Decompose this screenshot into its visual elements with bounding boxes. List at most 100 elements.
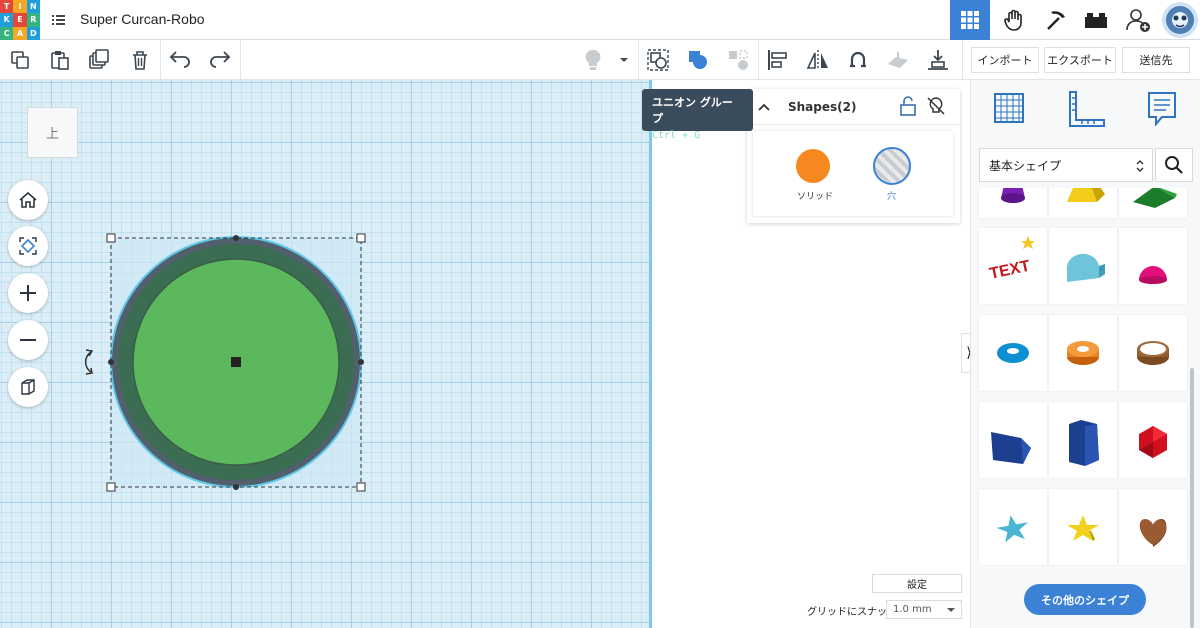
library-scrollbar[interactable] (1190, 368, 1194, 628)
chevron-up-icon[interactable] (757, 102, 771, 112)
search-icon (1165, 156, 1183, 174)
center-handle[interactable] (231, 357, 241, 367)
workplane-canvas[interactable] (0, 80, 652, 628)
shape-search-button[interactable] (1155, 148, 1193, 182)
edge-handle[interactable] (358, 359, 364, 365)
workplane-button[interactable] (882, 44, 914, 76)
tooltip-shortcut: Ctrl + G (652, 130, 701, 141)
resize-handle[interactable] (356, 482, 366, 492)
zoom-in-button[interactable] (8, 273, 48, 313)
edge-handle[interactable] (233, 235, 239, 241)
workplane-grid-button[interactable] (991, 90, 1027, 130)
zoom-out-button[interactable] (8, 320, 48, 360)
resize-handle[interactable] (356, 233, 366, 243)
notes-button[interactable] (1146, 90, 1178, 132)
logo-letter: R (26, 13, 40, 27)
home-view-button[interactable] (8, 180, 48, 220)
shape-tile-text[interactable]: TEXT (979, 228, 1047, 304)
drop-button[interactable] (922, 44, 954, 76)
grid-plane-icon (994, 93, 1024, 123)
fit-view-button[interactable] (8, 226, 48, 266)
grid-view-button[interactable] (950, 0, 990, 40)
export-button[interactable]: エクスポート (1044, 47, 1116, 73)
tinkercad-logo[interactable]: T I N K E R C A D (0, 0, 40, 40)
shape-tile-pyramid[interactable] (1049, 188, 1117, 218)
add-user-button[interactable] (1118, 0, 1158, 40)
project-title[interactable]: Super Curcan-Robo (80, 11, 205, 27)
shape-tile-half-cylinder[interactable] (1049, 228, 1117, 304)
magnet-icon (850, 51, 866, 68)
resize-handle[interactable] (106, 233, 116, 243)
copy-button[interactable] (4, 44, 36, 76)
hole-swatch[interactable] (873, 147, 911, 185)
perspective-icon (21, 379, 35, 395)
align-button[interactable] (762, 44, 794, 76)
top-bar: T I N K E R C A D Super Curcan-Robo (0, 0, 1200, 40)
copy-icon (11, 51, 29, 69)
shape-tile-torus[interactable] (979, 315, 1047, 391)
shape-tile-icosahedron[interactable] (1119, 402, 1187, 478)
duplicate-icon (89, 49, 109, 69)
shape-category-select[interactable]: 基本シェイプ (979, 148, 1153, 182)
shape-tile-cylinder[interactable] (1049, 402, 1117, 478)
edge-handle[interactable] (233, 484, 239, 490)
shape-grid: TEXT (971, 188, 1193, 628)
shape-tile-heart[interactable] (1119, 489, 1187, 565)
solid-swatch[interactable] (796, 149, 830, 183)
projection-button[interactable] (8, 367, 48, 407)
shape-tile-roof[interactable] (1119, 188, 1187, 218)
send-to-button[interactable]: 送信先 (1122, 47, 1190, 73)
shape-tile-paraboloid[interactable] (1119, 228, 1187, 304)
view-cube[interactable]: 上 (27, 107, 78, 158)
scene (84, 233, 366, 492)
group-icon (647, 49, 669, 71)
show-all-button[interactable] (577, 44, 609, 76)
settings-button[interactable]: 設定 (872, 574, 962, 593)
note-icon (1148, 92, 1176, 127)
more-shapes-button[interactable]: その他のシェイプ (1024, 584, 1146, 615)
solid-label: ソリッド (797, 192, 834, 202)
unlock-icon[interactable] (898, 95, 918, 117)
circuits-button[interactable] (994, 0, 1034, 40)
snap-grid-label: グリッドにスナップ (807, 607, 897, 618)
ungroup-button[interactable] (722, 44, 754, 76)
undo-button[interactable] (164, 44, 196, 76)
shape-tile-tube[interactable] (1049, 315, 1117, 391)
add-user-icon (1126, 9, 1150, 32)
show-all-dropdown[interactable] (612, 44, 636, 76)
ruler-button[interactable] (1066, 90, 1106, 132)
bricks-button[interactable] (1076, 0, 1116, 40)
shape-tile-star[interactable] (1049, 489, 1117, 565)
import-button[interactable]: インポート (971, 47, 1039, 73)
paste-button[interactable] (44, 44, 76, 76)
union-group-button[interactable] (682, 44, 714, 76)
shape-tile-star-flat[interactable] (979, 489, 1047, 565)
logo-letter: A (13, 26, 27, 40)
snap-grid-select[interactable]: 1.0 mm (886, 600, 962, 619)
codeblocks-button[interactable] (1036, 0, 1076, 40)
duplicate-button[interactable] (83, 44, 115, 76)
shape-tile-polygon[interactable] (979, 402, 1047, 478)
avatar[interactable] (1160, 0, 1200, 40)
mirror-button[interactable] (802, 44, 834, 76)
group-button[interactable] (642, 44, 674, 76)
cruise-button[interactable] (842, 44, 874, 76)
hide-bulb-icon[interactable] (925, 95, 947, 117)
fit-view-icon (19, 237, 37, 255)
snap-grid-value: 1.0 mm (893, 604, 932, 615)
shape-type-selector: ソリッド 穴 (753, 131, 953, 216)
minus-icon (20, 339, 36, 341)
resize-handle[interactable] (106, 482, 116, 492)
edge-handle[interactable] (108, 359, 114, 365)
shape-tile-cone[interactable] (979, 188, 1047, 218)
logo-letter: E (13, 13, 27, 27)
shape-inspector: Shapes(2) ソリッド 穴 (747, 89, 960, 223)
shape-tile-ring[interactable] (1119, 315, 1187, 391)
rotate-handle-icon[interactable] (84, 349, 94, 375)
delete-button[interactable] (124, 44, 156, 76)
redo-button[interactable] (204, 44, 236, 76)
union-icon (689, 51, 707, 69)
home-icon (19, 191, 37, 208)
ungroup-icon (729, 50, 748, 70)
list-menu-icon[interactable] (49, 11, 67, 29)
